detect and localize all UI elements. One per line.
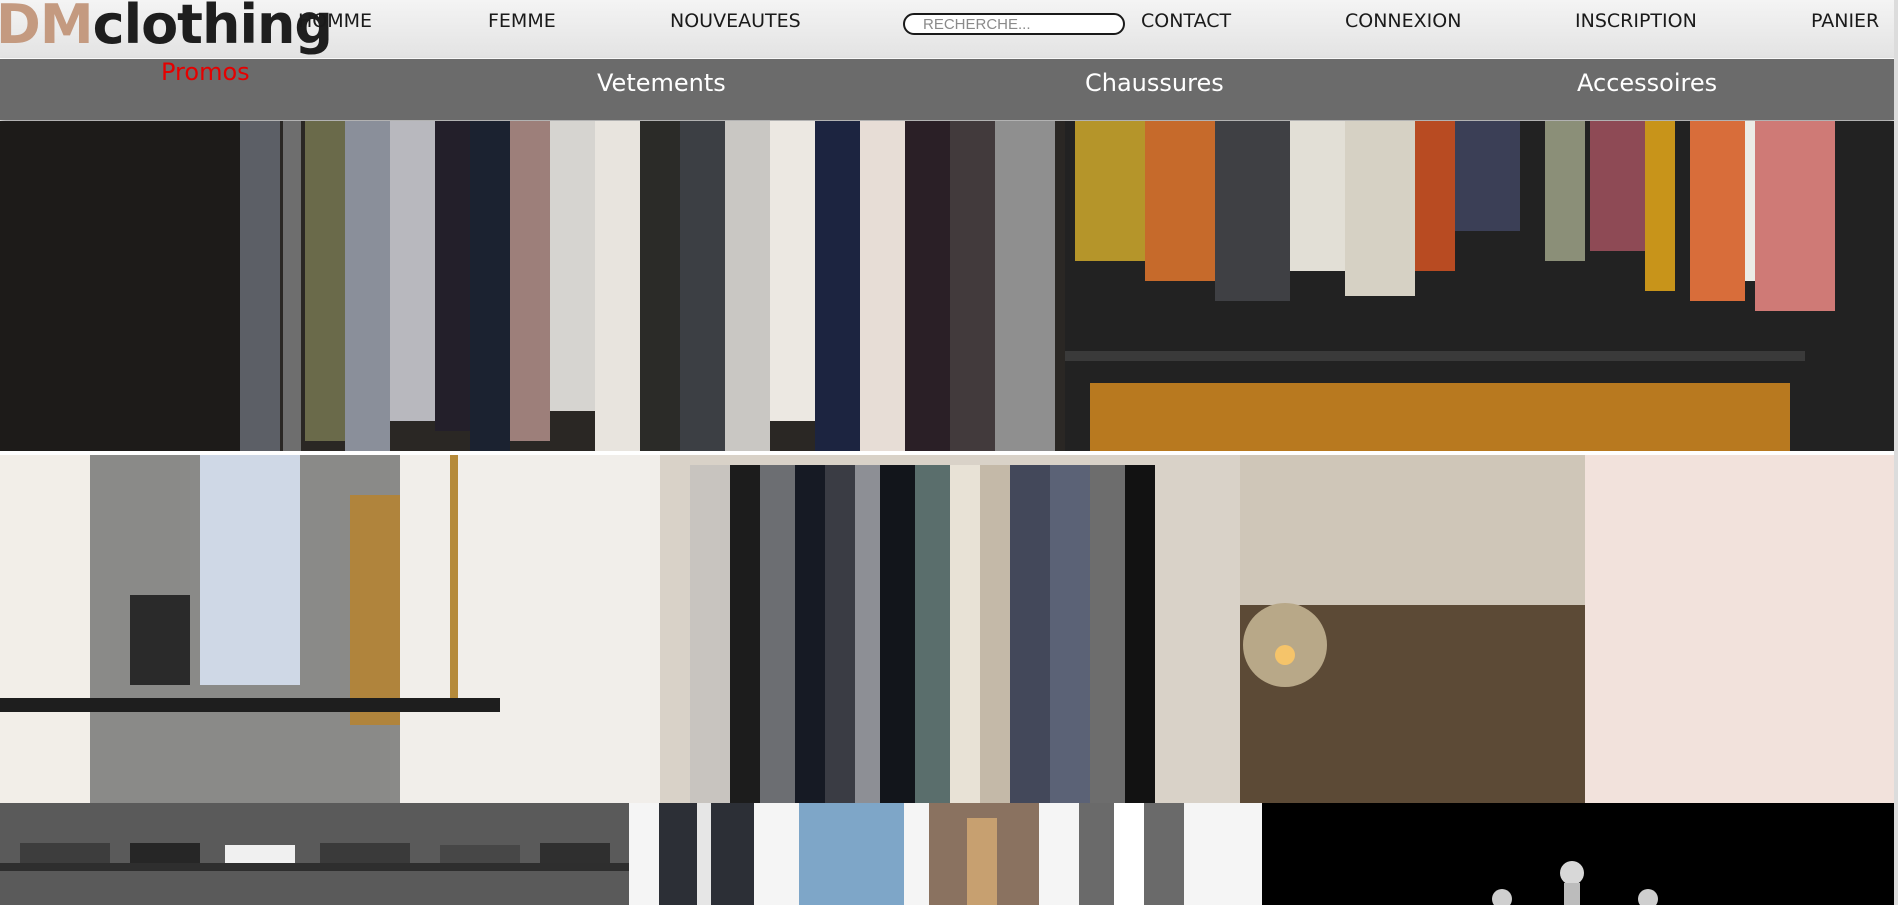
nav-panier[interactable]: PANIER: [1811, 10, 1879, 32]
nav-connexion[interactable]: CONNEXION: [1345, 10, 1461, 32]
category-promos[interactable]: Promos: [161, 58, 250, 86]
accessories-illustration: [1262, 803, 1898, 905]
brand-logo-clothing: clothing: [92, 0, 333, 56]
search-input[interactable]: [903, 13, 1125, 35]
nav-homme[interactable]: HOMME: [298, 10, 372, 32]
promo-image-shelves: [0, 803, 629, 905]
nav-nouveautes[interactable]: NOUVEAUTES: [670, 10, 801, 32]
nav-femme[interactable]: FEMME: [488, 10, 556, 32]
hero-image-clothing-rack: [0, 121, 1894, 451]
nav-contact[interactable]: CONTACT: [1141, 10, 1231, 32]
top-navbar: DMclothing HOMME FEMME NOUVEAUTES CONTAC…: [0, 0, 1898, 58]
nav-inscription[interactable]: INSCRIPTION: [1575, 10, 1697, 32]
promo-image-models: [629, 803, 1262, 905]
hero-image-store-interior: [0, 455, 1894, 803]
brand-logo[interactable]: DMclothing: [0, 0, 333, 58]
store-interior-illustration: [0, 455, 1894, 803]
category-chaussures[interactable]: Chaussures: [1085, 69, 1224, 97]
page-scrollbar[interactable]: [1894, 0, 1898, 905]
promo-image-accessories: [1262, 803, 1898, 905]
clothing-rack-illustration: [0, 121, 1894, 451]
models-illustration: [629, 803, 1262, 905]
category-accessoires[interactable]: Accessoires: [1577, 69, 1717, 97]
brand-logo-dm: DM: [0, 0, 94, 56]
shelves-illustration: [0, 803, 629, 905]
category-vetements[interactable]: Vetements: [597, 69, 726, 97]
category-bar: Vetements Chaussures Accessoires: [0, 59, 1894, 120]
